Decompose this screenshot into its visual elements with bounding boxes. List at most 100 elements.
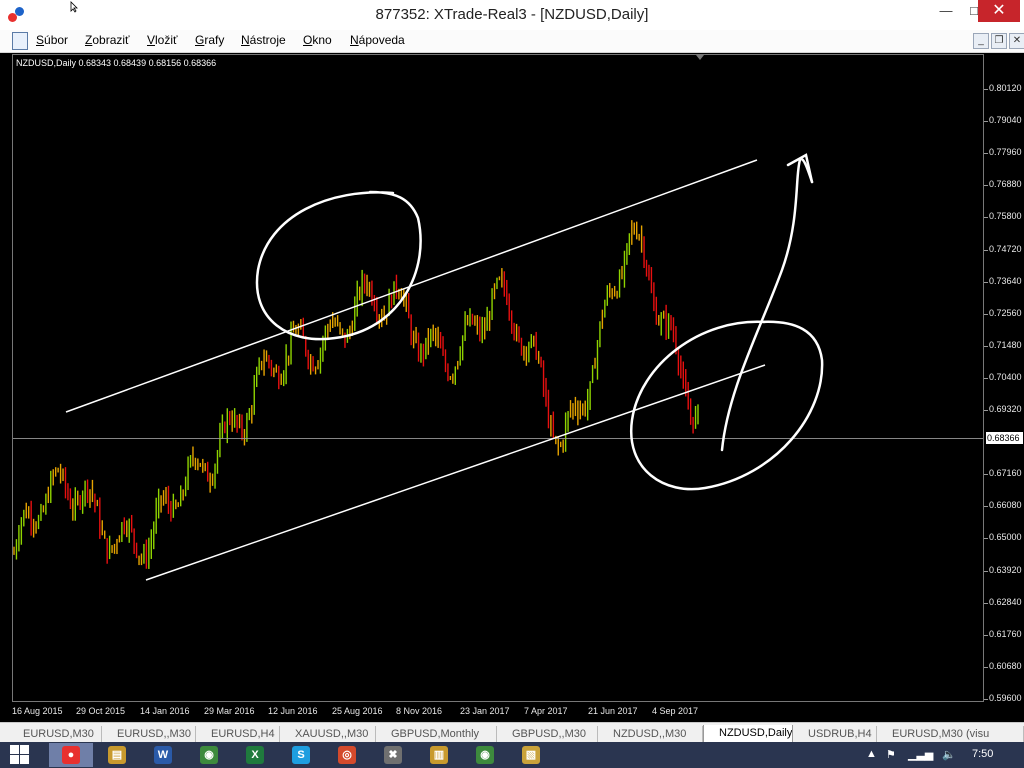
- chart-tab[interactable]: NZDUSD,,M30: [598, 726, 703, 742]
- price-axis-label: 0.71480: [989, 339, 1022, 350]
- chart-tab[interactable]: XAUUSD,,M30: [280, 726, 376, 742]
- price-tick: [984, 570, 988, 572]
- photo-icon: ▧: [522, 746, 540, 764]
- chart-tab[interactable]: EURUSD,H4: [196, 726, 280, 742]
- price-tick: [984, 506, 988, 508]
- price-tick: [984, 249, 988, 251]
- chart-legend: NZDUSD,Daily 0.68343 0.68439 0.68156 0.6…: [16, 58, 217, 68]
- mdi-close-button[interactable]: ✕: [1009, 33, 1024, 49]
- chart-tab[interactable]: GBPUSD,,M30: [497, 726, 598, 742]
- taskbar-excel-button[interactable]: X: [233, 743, 277, 767]
- date-axis-label: 14 Jan 2016: [140, 706, 190, 716]
- taskbar-globe2-button[interactable]: ◉: [463, 743, 507, 767]
- price-axis-label: 0.67160: [989, 468, 1022, 479]
- title-bar: 877352: XTrade-Real3 - [NZDUSD,Daily] — …: [0, 0, 1024, 31]
- mdi-restore-button[interactable]: ❐: [991, 33, 1007, 49]
- excel-icon: X: [246, 746, 264, 764]
- price-axis-label: 0.75800: [989, 211, 1022, 222]
- price-tick: [984, 281, 988, 283]
- taskbar-chrome-button[interactable]: ◎: [325, 743, 369, 767]
- price-tick: [984, 377, 988, 379]
- menu-bar: Súbor Zobraziť Vložiť Grafy Nástroje Okn…: [0, 30, 1024, 53]
- current-price-label: 0.68366: [986, 432, 1023, 445]
- menu-file[interactable]: Súbor: [36, 33, 68, 47]
- price-axis-label: 0.77960: [989, 147, 1022, 158]
- menu-insert[interactable]: Vložiť: [147, 33, 178, 47]
- price-axis-label: 0.59600: [989, 693, 1022, 703]
- price-tick: [984, 634, 988, 636]
- taskbar-clock[interactable]: 7:50: [972, 748, 993, 760]
- word-icon: W: [154, 746, 172, 764]
- tray-flag-icon[interactable]: ⚑: [886, 748, 896, 761]
- app-x-icon: ✖: [384, 746, 402, 764]
- menu-tools[interactable]: Nástroje: [241, 33, 286, 47]
- mdi-minimize-button[interactable]: _: [973, 33, 989, 49]
- price-tick: [984, 217, 988, 219]
- taskbar-photo-button[interactable]: ▧: [509, 743, 553, 767]
- date-axis-label: 21 Jun 2017: [588, 706, 638, 716]
- date-axis-label: 4 Sep 2017: [652, 706, 699, 716]
- chart-document-icon[interactable]: [12, 32, 28, 50]
- xtrade-icon: ●: [62, 746, 80, 764]
- network-signal-icon[interactable]: ▁▃▅: [908, 748, 933, 761]
- chrome-icon: ◎: [338, 746, 356, 764]
- price-axis-label: 0.62840: [989, 596, 1022, 607]
- taskbar-word-button[interactable]: W: [141, 743, 185, 767]
- date-axis-label: 23 Jan 2017: [460, 706, 510, 716]
- tray-expand-icon[interactable]: ▲: [866, 748, 877, 760]
- price-axis-label: 0.66080: [989, 500, 1022, 511]
- taskbar-globe-button[interactable]: ◉: [187, 743, 231, 767]
- explorer-icon: ▥: [430, 746, 448, 764]
- price-chart[interactable]: [12, 54, 984, 704]
- skype-icon: S: [292, 746, 310, 764]
- price-tick: [984, 699, 988, 700]
- price-tick: [984, 89, 988, 91]
- price-tick: [984, 538, 988, 540]
- windows-taskbar: ● ▤ W ◉ X S ◎ ✖ ▥ ◉ ▧ ▲ ⚑ ▁▃▅ 🔈 7:50: [0, 742, 1024, 768]
- taskbar-app-x-button[interactable]: ✖: [371, 743, 415, 767]
- minimize-button[interactable]: —: [932, 0, 960, 24]
- chart-tabs-bar: EURUSD,M30 EURUSD,,M30 EURUSD,H4 XAUUSD,,M3…: [0, 722, 1024, 743]
- date-axis-label: 16 Aug 2015: [12, 706, 63, 716]
- date-axis-label: 8 Nov 2016: [396, 706, 443, 716]
- menu-view[interactable]: Zobraziť: [85, 33, 130, 47]
- price-tick: [984, 410, 988, 412]
- chart-tab[interactable]: GBPUSD,Monthly: [376, 726, 497, 742]
- date-axis-label: 29 Oct 2015: [76, 706, 126, 716]
- windows-start-icon[interactable]: [10, 745, 30, 765]
- folder-icon: ▤: [108, 746, 126, 764]
- taskbar-xtrade-button[interactable]: ●: [49, 743, 93, 767]
- price-tick: [984, 345, 988, 347]
- price-axis-label: 0.70400: [989, 371, 1022, 382]
- price-tick: [984, 602, 988, 604]
- chart-tab[interactable]: NZDUSD,Daily: [703, 725, 793, 743]
- price-tick: [984, 121, 988, 123]
- price-axis-label: 0.65000: [989, 532, 1022, 543]
- window-title: 877352: XTrade-Real3 - [NZDUSD,Daily]: [375, 6, 649, 23]
- volume-icon[interactable]: 🔈: [942, 748, 956, 761]
- price-tick: [984, 313, 988, 315]
- chart-shift-marker-icon[interactable]: [696, 55, 704, 60]
- price-axis-label: 0.61760: [989, 628, 1022, 639]
- close-button[interactable]: ✕: [978, 0, 1020, 22]
- chart-tab[interactable]: EURUSD,,M30: [102, 726, 196, 742]
- chart-tab[interactable]: USDRUB,H4: [793, 726, 877, 742]
- menu-window[interactable]: Okno: [303, 33, 332, 47]
- date-axis-label: 7 Apr 2017: [524, 706, 568, 716]
- taskbar-skype-button[interactable]: S: [279, 743, 323, 767]
- price-axis-label: 0.76880: [989, 179, 1022, 190]
- menu-help[interactable]: Nápoveda: [350, 33, 405, 47]
- price-axis-label: 0.72560: [989, 307, 1022, 318]
- price-axis-label: 0.73640: [989, 275, 1022, 286]
- chart-tab[interactable]: EURUSD,M30 (visu: [877, 726, 1024, 742]
- price-tick: [984, 153, 988, 155]
- taskbar-explorer-button[interactable]: ▥: [417, 743, 461, 767]
- date-axis-label: 29 Mar 2016: [204, 706, 255, 716]
- chart-tab[interactable]: EURUSD,M30: [8, 726, 102, 742]
- price-axis-label: 0.79040: [989, 115, 1022, 126]
- menu-charts[interactable]: Grafy: [195, 33, 224, 47]
- taskbar-folder-button[interactable]: ▤: [95, 743, 139, 767]
- price-axis-label: 0.69320: [989, 404, 1022, 415]
- date-axis-label: 25 Aug 2016: [332, 706, 383, 716]
- date-axis-label: 12 Jun 2016: [268, 706, 318, 716]
